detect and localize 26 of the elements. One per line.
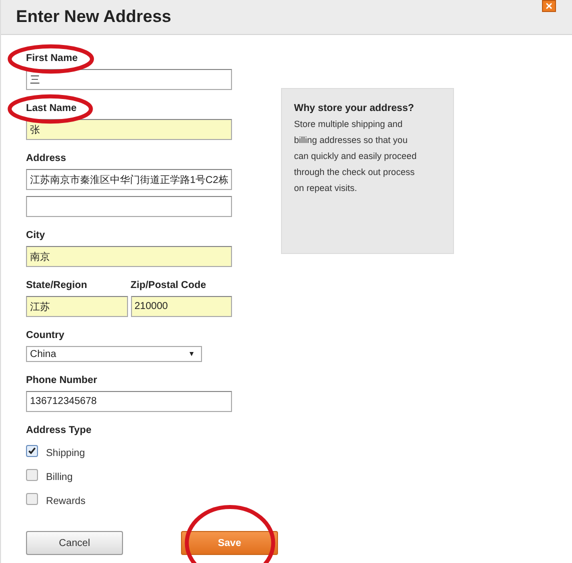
field-label: Phone Number [26, 375, 98, 387]
field-label: City [26, 230, 45, 242]
field-label: Address [26, 153, 66, 165]
text-field[interactable]: 210000 [130, 296, 232, 317]
text-field[interactable]: 江苏 [26, 296, 128, 317]
text-field[interactable]: 江苏南京市秦淮区中华门街道正学路1号C2栋 [26, 169, 232, 190]
dialog-title: Enter New Address [16, 7, 172, 27]
checkbox-option[interactable]: Rewards [26, 489, 232, 513]
field-label: Address Type [26, 425, 92, 437]
cancel-button[interactable]: Cancel [26, 531, 123, 555]
text-field[interactable]: 张 [26, 119, 232, 140]
field-label: Country [26, 330, 64, 342]
info-title: Why store your address? [294, 103, 416, 114]
checkbox[interactable] [26, 493, 38, 505]
text-field[interactable]: 南京 [26, 246, 232, 267]
field-label: State/Region [26, 280, 88, 292]
text-field[interactable] [26, 196, 232, 217]
text-field[interactable]: 三 [26, 69, 232, 90]
text-field[interactable]: 136712345678 [26, 391, 232, 412]
checkbox-option[interactable]: Shipping [26, 441, 232, 465]
field-label: Zip/Postal Code [130, 280, 206, 292]
check-icon [28, 447, 36, 455]
info-text: Store multiple shipping and billing addresses so that you can quickly and easily proceed through the check out process on repeat visits. [294, 118, 418, 195]
checkbox-option[interactable]: Billing [26, 465, 232, 489]
checkbox[interactable] [26, 445, 38, 457]
checkbox[interactable] [26, 469, 38, 481]
